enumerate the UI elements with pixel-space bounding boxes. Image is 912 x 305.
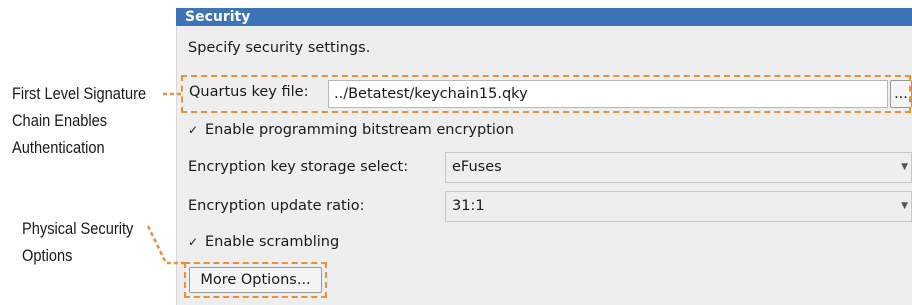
callout-line: Physical Security	[22, 219, 134, 238]
callout-first-level: First Level Signature Chain Enables Auth…	[12, 80, 146, 161]
callout-line: Authentication	[12, 138, 105, 157]
callout-leader-2	[146, 225, 186, 265]
callout-line: Options	[22, 246, 73, 265]
callout-physical-security: Physical Security Options	[22, 215, 133, 269]
callout-line: Chain Enables	[12, 111, 108, 130]
callout-line: First Level Signature	[12, 84, 147, 103]
